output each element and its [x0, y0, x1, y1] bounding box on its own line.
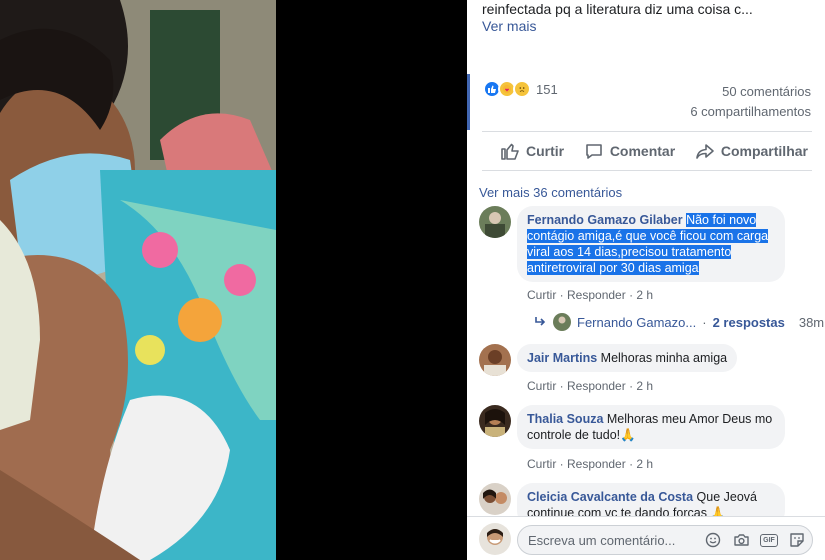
comment-input-container[interactable]: GIF [517, 525, 813, 555]
comment-meta: Curtir · Responder · 2 h [527, 379, 654, 393]
avatar[interactable] [479, 405, 511, 437]
avatar[interactable] [479, 344, 511, 376]
gif-icon[interactable]: GIF [760, 531, 778, 549]
emoji-icon[interactable] [704, 531, 722, 549]
viewer: reinfectada pq a literatura diz uma cois… [0, 0, 825, 560]
reaction-count: 151 [536, 81, 558, 97]
share-icon [696, 144, 714, 159]
reply-arrow-icon [535, 317, 546, 326]
reply-thread-link[interactable]: Fernando Gamazo... · 2 respostas 38m [533, 313, 824, 331]
focus-indicator [467, 74, 470, 130]
comment-button[interactable]: Comentar [584, 141, 675, 161]
comment-count-link[interactable]: 50 comentários [690, 82, 811, 102]
comment-bubble: Thalia Souza Melhoras meu Amor Deus mo c… [517, 405, 785, 449]
comment-icon [586, 144, 602, 159]
comment-like-link[interactable]: Curtir [527, 457, 556, 471]
post-caption: reinfectada pq a literatura diz uma cois… [482, 1, 753, 17]
share-count-link[interactable]: 6 compartilhamentos [690, 102, 811, 122]
see-more-link[interactable]: Ver mais [482, 18, 536, 34]
comment-like-link[interactable]: Curtir [527, 379, 556, 393]
post-photo[interactable] [0, 0, 276, 560]
user-avatar[interactable] [479, 523, 511, 555]
comment-reply-link[interactable]: Responder [567, 379, 626, 393]
comment-time[interactable]: 2 h [636, 379, 653, 393]
comment-meta: Curtir · Responder · 2 h [527, 457, 654, 471]
reactions-summary[interactable]: 151 [483, 80, 558, 98]
comment-author[interactable]: Thalia Souza [527, 412, 603, 426]
comment-composer: GIF [467, 516, 825, 560]
reply-separator: · [702, 314, 707, 330]
photo-image [0, 0, 276, 560]
reply-count: 2 respostas [712, 314, 785, 330]
avatar[interactable] [479, 483, 511, 515]
gif-label: GIF [760, 533, 778, 547]
comment-reply-link[interactable]: Responder [567, 288, 626, 302]
sad-reaction-icon [513, 80, 531, 98]
comment-author[interactable]: Cleicia Cavalcante da Costa [527, 490, 693, 504]
share-button-label: Compartilhar [720, 143, 808, 159]
avatar[interactable] [479, 206, 511, 238]
comment-like-link[interactable]: Curtir [527, 288, 556, 302]
reply-avatar [553, 313, 571, 331]
comment-text: Melhoras minha amiga [600, 351, 728, 365]
reply-time: 38m [798, 314, 825, 330]
camera-icon[interactable] [732, 531, 750, 549]
viewer-backdrop [276, 0, 467, 560]
composer-icons: GIF [704, 531, 806, 549]
comment-bubble: Jair Martins Melhoras minha amiga [517, 344, 738, 372]
comment-input[interactable] [528, 531, 698, 549]
comment-author[interactable]: Jair Martins [527, 351, 597, 365]
thumbs-up-icon [501, 143, 519, 160]
reply-author: Fernando Gamazo... [577, 314, 697, 330]
comment-author[interactable]: Fernando Gamazo Gilaber [527, 213, 683, 227]
sticker-icon[interactable] [788, 531, 806, 549]
engagement-counts: 50 comentários 6 compartilhamentos [690, 82, 811, 122]
like-button[interactable]: Curtir [500, 141, 564, 161]
comment-meta: Curtir · Responder · 2 h [527, 288, 654, 302]
post-panel: reinfectada pq a literatura diz uma cois… [467, 0, 825, 560]
comment-reply-link[interactable]: Responder [567, 457, 626, 471]
share-button[interactable]: Compartilhar [695, 141, 808, 161]
comment-button-label: Comentar [609, 143, 676, 159]
comment-time[interactable]: 2 h [636, 457, 653, 471]
like-button-label: Curtir [526, 143, 565, 159]
post-actions-bar: Curtir Comentar Compartilhar [482, 131, 812, 171]
view-more-comments-link[interactable]: Ver mais 36 comentários [479, 185, 622, 200]
comment-time[interactable]: 2 h [636, 288, 653, 302]
comment-bubble: Fernando Gamazo Gilaber Não foi novo con… [517, 206, 785, 282]
